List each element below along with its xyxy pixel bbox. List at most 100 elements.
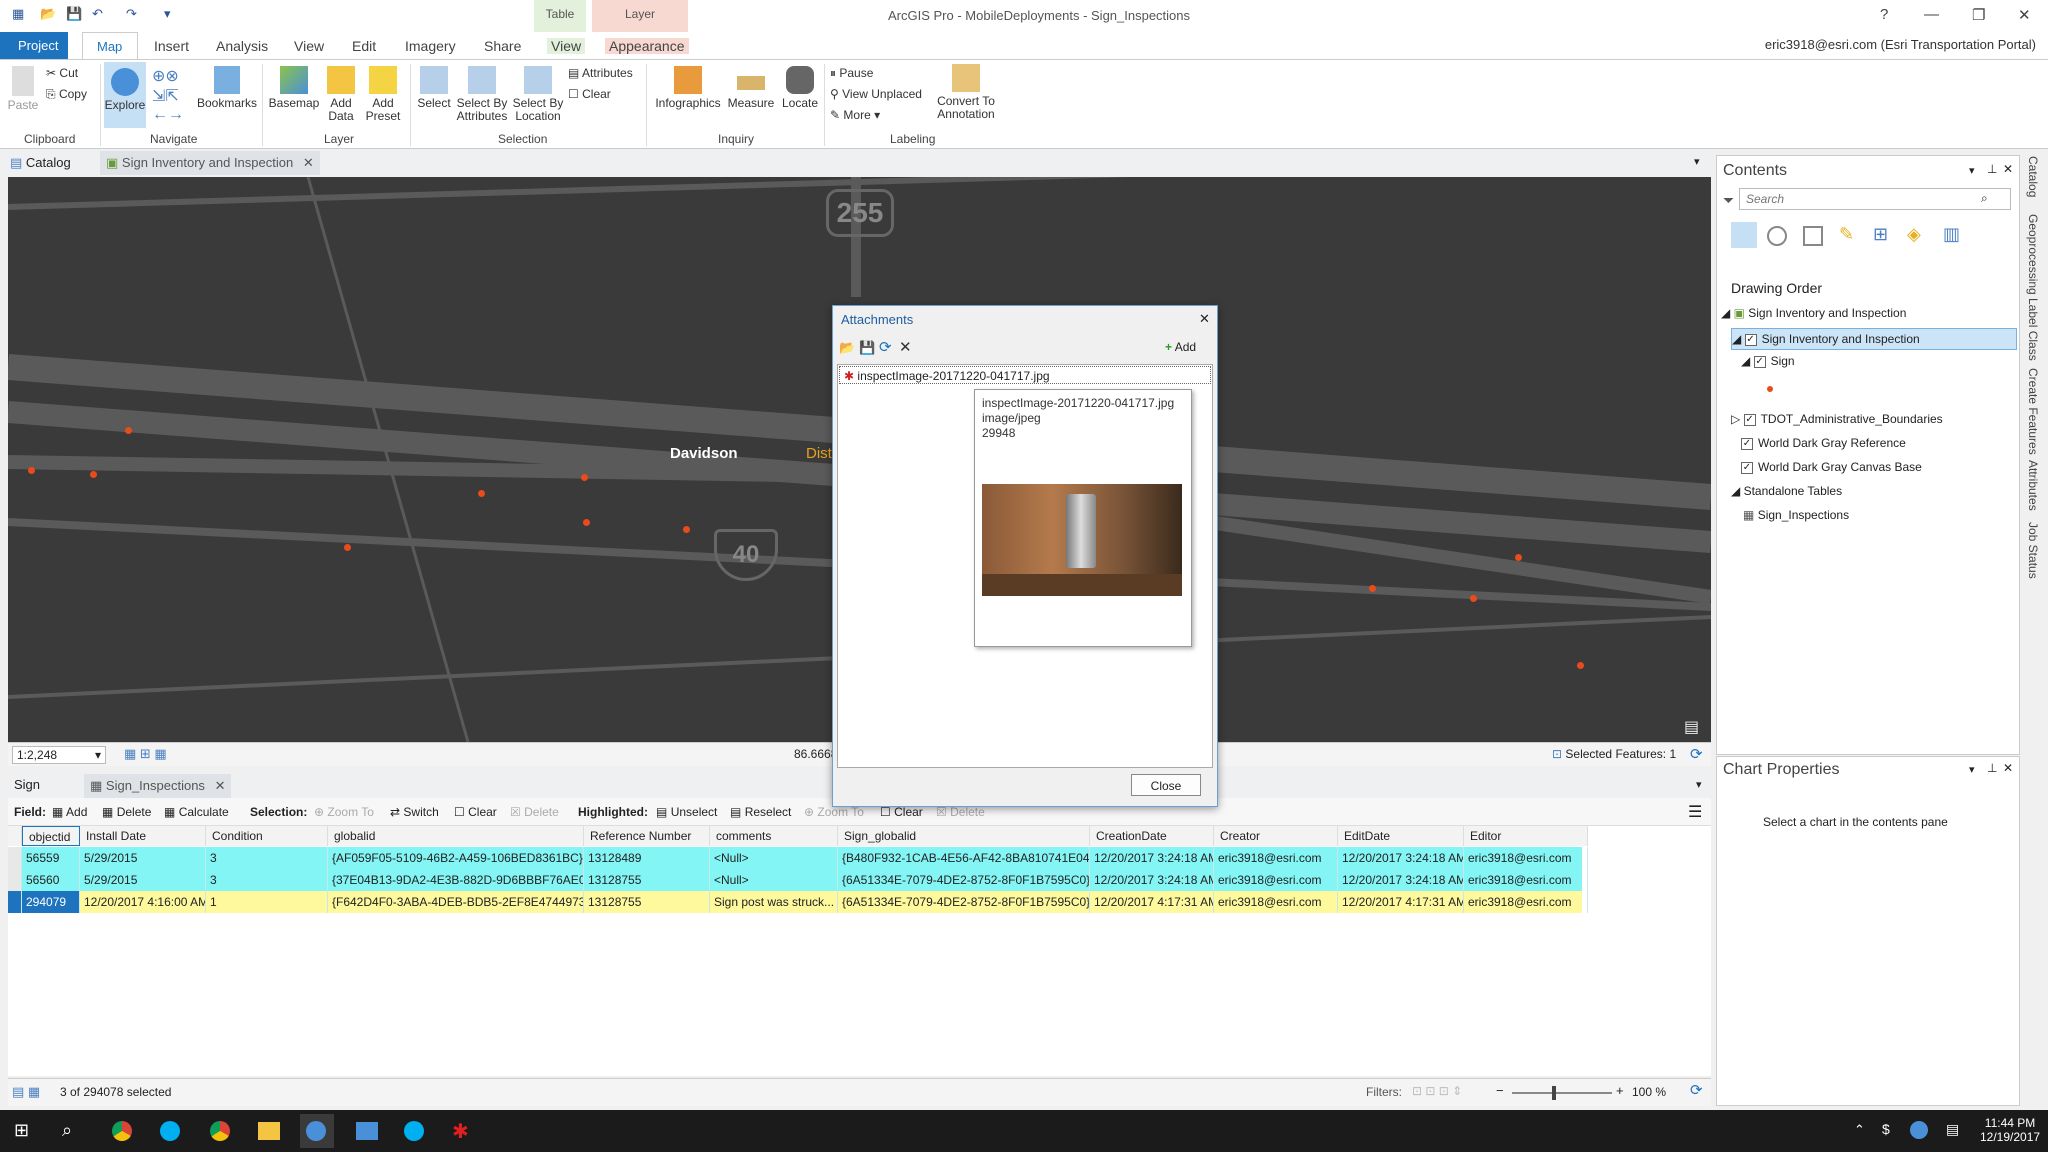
table-cell[interactable]: 12/20/2017 4:17:31 AM [1090, 891, 1214, 913]
close-button[interactable]: Close [1131, 774, 1201, 796]
zoom-slider-thumb[interactable] [1552, 1086, 1556, 1100]
measure-button[interactable]: Measure [726, 66, 776, 110]
canvas-layer-node[interactable]: ✓ World Dark Gray Canvas Base [1741, 460, 1922, 474]
remote-desktop-icon[interactable] [356, 1122, 378, 1140]
visibility-checkbox[interactable]: ✓ [1741, 437, 1753, 450]
tab-imagery[interactable]: Imagery [405, 38, 456, 54]
grid-icons[interactable]: ▦ ⊞ ▦ [124, 746, 167, 762]
table-cell[interactable]: 56559 [22, 847, 80, 869]
expand-icon[interactable]: ◢ [1741, 354, 1750, 368]
close-icon[interactable]: ✕ [2018, 6, 2031, 24]
feature-point[interactable] [28, 467, 35, 474]
feature-point[interactable] [344, 544, 351, 551]
table-cell[interactable]: <Null> [710, 869, 838, 891]
open-folder-icon[interactable]: 📂 [839, 340, 855, 356]
windows-start-icon[interactable]: ⊞ [14, 1120, 29, 1141]
feature-point[interactable] [1515, 554, 1522, 561]
pane-menu-icon[interactable]: ▾ [1969, 164, 1975, 177]
close-tab-icon[interactable]: ✕ [215, 778, 226, 793]
locate-button[interactable]: Locate [778, 66, 822, 110]
table-cell[interactable]: 12/20/2017 3:24:18 AM [1338, 869, 1464, 891]
skype-icon[interactable] [160, 1121, 180, 1141]
redo-icon[interactable]: ↷ [126, 6, 137, 22]
filter-icon[interactable]: ⏷ [1723, 192, 1734, 209]
tab-catalog[interactable]: ▤ Catalog [10, 155, 71, 171]
row-selector[interactable] [8, 891, 22, 913]
switch-selection-button[interactable]: ⇄ Switch [390, 805, 439, 819]
list-by-snapping-icon[interactable]: ⊞ [1873, 224, 1888, 245]
restore-icon[interactable]: ❐ [1972, 6, 1985, 24]
pin-icon[interactable]: ⊥ [1987, 761, 1997, 775]
zoom-out-icon[interactable]: − [1496, 1083, 1504, 1098]
tab-sign[interactable]: Sign [14, 777, 40, 792]
bookmarks-button[interactable]: Bookmarks [196, 66, 258, 110]
feature-point[interactable] [583, 519, 590, 526]
table-cell[interactable]: 12/20/2017 4:17:31 AM [1338, 891, 1464, 913]
refresh-icon[interactable]: ⟳ [1690, 1081, 1703, 1099]
taskbar-clock[interactable]: 11:44 PM 12/19/2017 [1980, 1116, 2040, 1144]
side-tab-create-features[interactable]: Create Features [2026, 368, 2040, 455]
select-by-location-button[interactable]: Select By Location [510, 66, 566, 123]
expand-icon[interactable]: ◢ [1731, 484, 1740, 498]
row-selector[interactable] [8, 847, 22, 869]
table-cell[interactable]: 12/20/2017 3:24:18 AM [1090, 847, 1214, 869]
table-cell[interactable]: eric3918@esri.com [1214, 891, 1338, 913]
feature-point[interactable] [1577, 662, 1584, 669]
table-row[interactable]: 56560 5/29/2015 3 {37E04B13-9DA2-4E3B-882D-… [8, 869, 1588, 891]
column-header-creationdate[interactable]: CreationDate [1090, 826, 1214, 846]
table-cell[interactable]: <Null> [710, 847, 838, 869]
visibility-checkbox[interactable]: ✓ [1741, 461, 1753, 474]
table-cell[interactable]: eric3918@esri.com [1464, 891, 1588, 913]
open-icon[interactable]: 📂 [40, 6, 56, 22]
add-field-button[interactable]: ▦ Add [52, 805, 87, 819]
collapse-icon[interactable]: ▷ [1731, 412, 1740, 426]
column-header-editdate[interactable]: EditDate [1338, 826, 1464, 846]
reference-layer-node[interactable]: ✓ World Dark Gray Reference [1741, 436, 1906, 450]
table-cell[interactable]: 1 [206, 891, 328, 913]
sign-inspections-table-node[interactable]: ▦ Sign_Inspections [1743, 508, 1849, 522]
expand-icon[interactable]: ◢ [1721, 306, 1730, 320]
tab-view[interactable]: View [294, 38, 324, 54]
side-tab-geoprocessing[interactable]: Geoprocessing [2026, 214, 2040, 295]
chrome-icon[interactable] [210, 1121, 230, 1141]
previous-next-extent-icon[interactable]: ←→ [152, 106, 184, 124]
zoom-slider[interactable] [1512, 1092, 1612, 1094]
add-attachment-button[interactable]: + Add [1165, 340, 1196, 354]
row-selector[interactable] [8, 869, 22, 891]
feature-point[interactable] [1369, 585, 1376, 592]
view-unplaced-button[interactable]: ⚲ View Unplaced [830, 87, 922, 101]
visibility-checkbox[interactable]: ✓ [1743, 413, 1756, 426]
tab-map[interactable]: Map [82, 32, 138, 60]
list-by-data-source-icon[interactable] [1767, 226, 1787, 246]
table-cell[interactable]: eric3918@esri.com [1464, 847, 1588, 869]
side-tab-catalog[interactable]: Catalog [2026, 156, 2040, 197]
tab-project[interactable]: Project [0, 32, 68, 60]
app-red-icon[interactable]: ✱ [452, 1119, 469, 1144]
minimize-icon[interactable]: — [1924, 6, 1939, 23]
search-icon[interactable]: ⌕ [62, 1120, 72, 1141]
save-icon[interactable]: 💾 [859, 340, 875, 356]
tray-network-icon[interactable] [1910, 1121, 1928, 1139]
selected-features-count[interactable]: ⊡ Selected Features: 1 [1552, 747, 1676, 761]
column-header-comments[interactable]: comments [710, 826, 838, 846]
side-tab-label-class[interactable]: Label Class [2026, 298, 2040, 361]
close-icon[interactable]: ✕ [2003, 761, 2013, 775]
clear-selection-button[interactable]: ☐ Clear [568, 87, 611, 101]
zoom-level[interactable]: 100 % [1632, 1085, 1666, 1099]
unselect-button[interactable]: ▤ Unselect [656, 805, 717, 819]
tab-map-view[interactable]: ▣ Sign Inventory and Inspection ✕ [100, 151, 320, 175]
map-legend-icon[interactable]: ▤ [1684, 717, 1699, 737]
add-preset-button[interactable]: Add Preset [362, 66, 404, 123]
pin-icon[interactable]: ⊥ [1987, 162, 1997, 176]
tdot-layer-node[interactable]: ▷ ✓ TDOT_Administrative_Boundaries [1731, 412, 1943, 426]
tab-sign-inspections[interactable]: ▦ Sign_Inspections ✕ [84, 774, 232, 798]
calculate-field-button[interactable]: ▦ Calculate [164, 805, 229, 819]
sign-layer-node[interactable]: ◢ ✓ Sign [1741, 354, 1795, 368]
zoom-full-icon[interactable]: ⊕⊗ [152, 66, 179, 86]
save-icon[interactable]: 💾 [66, 6, 82, 22]
clear-selection-button[interactable]: ☐ Clear [454, 805, 497, 819]
sign-symbol[interactable] [1767, 386, 1773, 392]
cut-button[interactable]: ✂ Cut [46, 66, 78, 80]
column-header-globalid[interactable]: globalid [328, 826, 584, 846]
zoom-in-icon[interactable]: + [1616, 1083, 1624, 1098]
